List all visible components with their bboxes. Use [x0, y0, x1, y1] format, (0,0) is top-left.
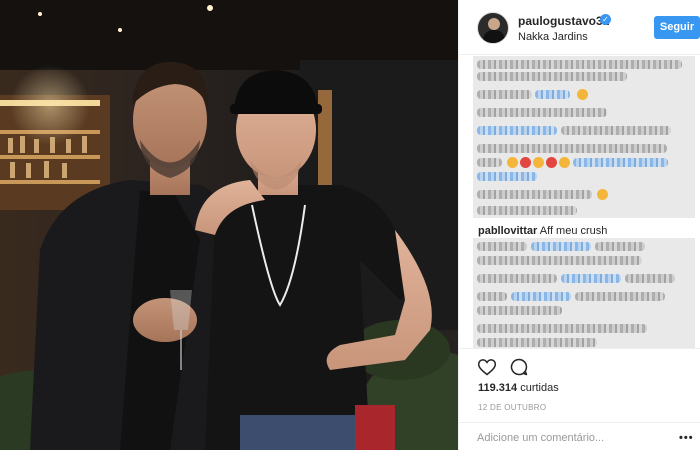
- username-link[interactable]: paulogustavo31: [518, 14, 609, 28]
- post-side-panel: paulogustavo31 ✓ Nakka Jardins Seguir pa…: [458, 0, 700, 450]
- photo-illustration: [0, 0, 458, 450]
- add-comment-bar: Adicione um comentário... •••: [459, 422, 700, 449]
- follow-button[interactable]: Seguir: [654, 16, 700, 39]
- blurred-comments-bottom: [473, 238, 695, 348]
- blurred-comments-top: [473, 56, 695, 218]
- post-date: 12 DE OUTUBRO: [478, 403, 547, 412]
- location-link[interactable]: Nakka Jardins: [518, 31, 588, 43]
- avatar-head: [488, 18, 500, 30]
- likes-count[interactable]: 119.314 curtidas: [478, 382, 559, 394]
- avatar-body: [483, 30, 505, 43]
- comment-text: Aff meu crush: [539, 225, 608, 237]
- likes-number: 119.314: [478, 382, 518, 394]
- likes-label: curtidas: [520, 382, 559, 394]
- user-avatar[interactable]: [477, 12, 509, 44]
- comment-author-link[interactable]: pabllovittar: [478, 225, 537, 237]
- post-actions: 119.314 curtidas 12 DE OUTUBRO Adicione …: [459, 348, 700, 448]
- more-options-icon[interactable]: •••: [679, 432, 694, 444]
- post-photo[interactable]: [0, 0, 458, 450]
- highlighted-comment: pabllovittar Aff meu crush: [478, 225, 607, 237]
- comment-icon[interactable]: [509, 357, 529, 377]
- comments-list[interactable]: pabllovittar Aff meu crush: [459, 56, 700, 348]
- verified-badge-icon: ✓: [600, 14, 611, 25]
- heart-icon[interactable]: [477, 357, 497, 377]
- add-comment-input[interactable]: Adicione um comentário...: [477, 432, 604, 444]
- post-header: paulogustavo31 ✓ Nakka Jardins Seguir: [459, 0, 700, 55]
